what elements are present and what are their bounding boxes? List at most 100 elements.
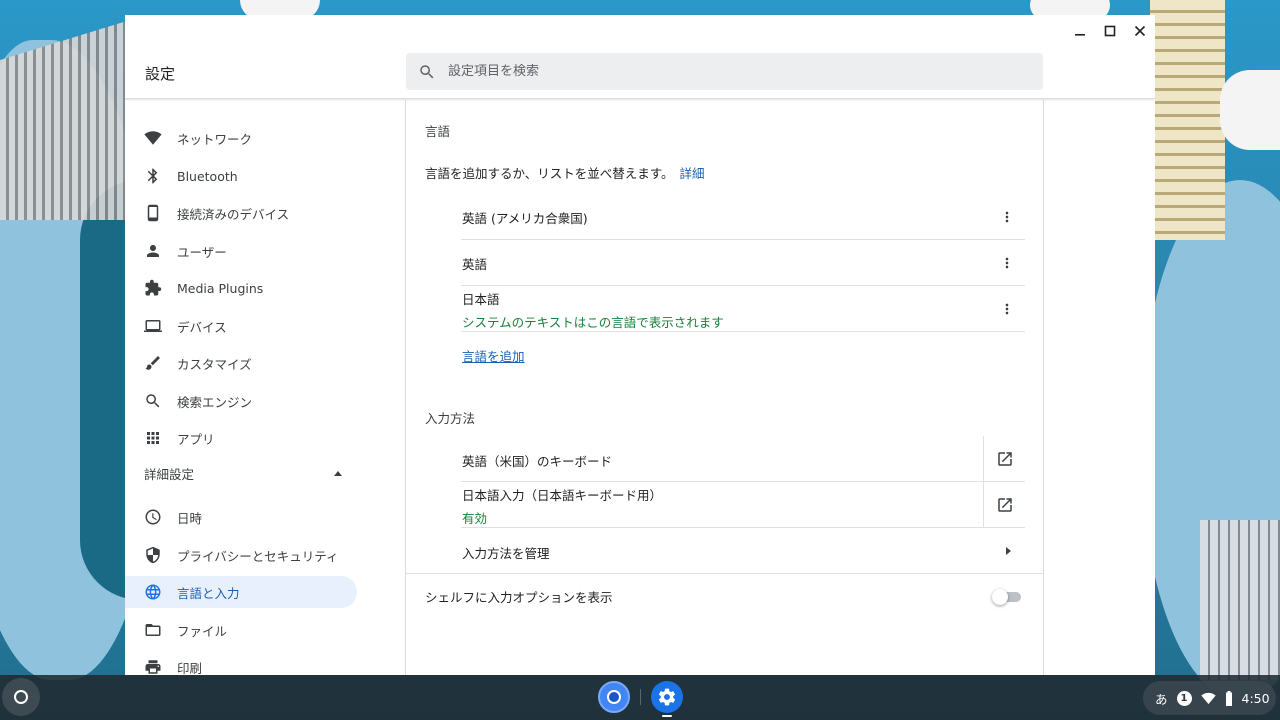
folder-icon	[144, 621, 162, 639]
close-icon	[1134, 25, 1146, 37]
wallpaper-building	[1200, 520, 1280, 680]
input-method-status: 有効	[462, 511, 488, 526]
language-row: 英語 (アメリカ合衆国)	[461, 194, 1025, 240]
clock-time: 4:50	[1241, 690, 1270, 706]
shelf-input-option-label: シェルフに入力オプションを表示	[425, 590, 613, 605]
chrome-app-icon[interactable]	[598, 681, 630, 713]
minimize-button[interactable]	[1065, 15, 1095, 47]
sidebar-item-network[interactable]: ネットワーク	[125, 122, 357, 154]
sidebar-item-label: ファイル	[177, 623, 228, 639]
input-method-name: 英語（米国）のキーボード	[462, 454, 613, 469]
sidebar-item-connected-devices[interactable]: 接続済みのデバイス	[125, 197, 357, 229]
language-name: 英語 (アメリカ合衆国)	[462, 211, 588, 226]
window-controls	[1065, 15, 1155, 47]
settings-app-icon[interactable]	[651, 681, 683, 713]
language-row: 日本語 システムのテキストはこの言語で表示されます	[461, 286, 1025, 332]
sidebar-item-media-plugins[interactable]: Media Plugins	[125, 272, 357, 304]
input-method-row: 日本語入力（日本語キーボード用） 有効	[461, 482, 1025, 528]
puzzle-icon	[144, 279, 162, 297]
chrome-center-icon	[607, 690, 621, 704]
sidebar-item-label: 印刷	[177, 660, 203, 676]
sidebar-item-label: ネットワーク	[177, 131, 253, 147]
status-tray[interactable]: あ 1 4:50	[1143, 681, 1276, 715]
sidebar-item-apps[interactable]: アプリ	[125, 422, 357, 454]
sidebar-item-label: 日時	[177, 510, 203, 526]
manage-input-methods-row[interactable]: 入力方法を管理	[461, 528, 1025, 574]
add-language-link[interactable]: 言語を追加	[462, 346, 525, 365]
sidebar-item-label: 検索エンジン	[177, 394, 253, 410]
languages-description-text: 言語を追加するか、リストを並べ替えます。	[425, 166, 674, 181]
language-system-note: システムのテキストはこの言語で表示されます	[462, 315, 724, 330]
sidebar-item-device[interactable]: デバイス	[125, 310, 357, 342]
shelf-separator	[640, 689, 641, 705]
sidebar-item-label: カスタマイズ	[177, 356, 252, 372]
language-name: 英語	[462, 257, 488, 272]
launcher-circle-icon	[14, 690, 28, 704]
ime-indicator: あ	[1155, 691, 1168, 707]
search-icon	[144, 392, 162, 410]
shield-icon	[144, 546, 162, 564]
notification-badge: 1	[1176, 690, 1192, 706]
maximize-button[interactable]	[1095, 15, 1125, 47]
more-options-button[interactable]	[999, 251, 1015, 275]
sidebar-item-privacy-security[interactable]: プライバシーとセキュリティ	[125, 539, 357, 571]
more-options-button[interactable]	[999, 205, 1015, 229]
clock-icon	[144, 508, 162, 526]
phone-icon	[144, 204, 162, 222]
sidebar-item-bluetooth[interactable]: Bluetooth	[125, 160, 357, 192]
sidebar-item-date-time[interactable]: 日時	[125, 501, 357, 533]
languages-description: 言語を追加するか、リストを並べ替えます。 詳細	[425, 163, 705, 182]
close-button[interactable]	[1125, 15, 1155, 47]
sidebar-advanced-toggle[interactable]: 詳細設定	[144, 458, 342, 488]
app-title: 設定	[145, 65, 176, 83]
sidebar-item-printing[interactable]: 印刷	[125, 651, 357, 675]
wallpaper-tower	[1150, 0, 1225, 240]
settings-header: 設定	[125, 15, 1155, 99]
laptop-icon	[144, 317, 162, 335]
input-method-name: 日本語入力（日本語キーボード用）	[462, 488, 663, 503]
person-icon	[144, 242, 162, 260]
sidebar-item-personalization[interactable]: カスタマイズ	[125, 347, 357, 379]
open-in-new-icon	[997, 497, 1012, 512]
sidebar-item-label: 言語と入力	[177, 585, 240, 601]
minimize-icon	[1075, 34, 1085, 36]
language-row: 英語	[461, 240, 1025, 286]
toggle-thumb	[992, 589, 1008, 605]
collapse-arrow-icon	[334, 470, 342, 476]
more-options-button[interactable]	[999, 297, 1015, 321]
bluetooth-icon	[144, 167, 162, 185]
section-divider	[406, 573, 1043, 574]
manage-input-methods-label: 入力方法を管理	[462, 546, 550, 561]
sidebar-item-users[interactable]: ユーザー	[125, 235, 357, 267]
apps-grid-icon	[144, 429, 162, 447]
more-vert-icon	[1005, 303, 1009, 315]
input-method-row: 英語（米国）のキーボード	[461, 436, 1025, 482]
search-box[interactable]	[406, 53, 1043, 90]
learn-more-link[interactable]: 詳細	[680, 166, 705, 181]
sidebar-item-search-engine[interactable]: 検索エンジン	[125, 385, 357, 417]
open-external-button[interactable]	[983, 436, 1025, 481]
running-indicator	[662, 715, 672, 717]
wallpaper-cloud	[1220, 70, 1280, 150]
gear-icon	[658, 688, 676, 706]
sidebar-item-files[interactable]: ファイル	[125, 614, 357, 646]
search-input[interactable]	[448, 64, 1008, 79]
open-external-button[interactable]	[983, 482, 1025, 527]
launcher-button[interactable]	[2, 678, 40, 716]
language-name: 日本語	[462, 292, 500, 307]
sidebar-item-label: ユーザー	[177, 244, 227, 260]
shelf: あ 1 4:50	[0, 675, 1280, 720]
input-methods-section-title: 入力方法	[425, 411, 476, 426]
sidebar-item-label: アプリ	[177, 431, 215, 447]
printer-icon	[144, 658, 162, 675]
sidebar-item-label: 接続済みのデバイス	[177, 206, 290, 222]
shelf-input-option-toggle[interactable]	[992, 589, 1022, 605]
settings-window: 設定 ネットワーク Bluetooth 接続済みのデバイス	[125, 15, 1155, 675]
more-vert-icon	[1005, 257, 1009, 269]
search-icon	[420, 64, 434, 78]
settings-sidebar: ネットワーク Bluetooth 接続済みのデバイス ユーザー Media Pl…	[125, 100, 405, 675]
open-in-new-icon	[997, 451, 1012, 466]
advanced-label: 詳細設定	[144, 466, 195, 482]
sidebar-item-languages-input[interactable]: 言語と入力	[125, 576, 357, 608]
wifi-icon	[1200, 692, 1216, 704]
